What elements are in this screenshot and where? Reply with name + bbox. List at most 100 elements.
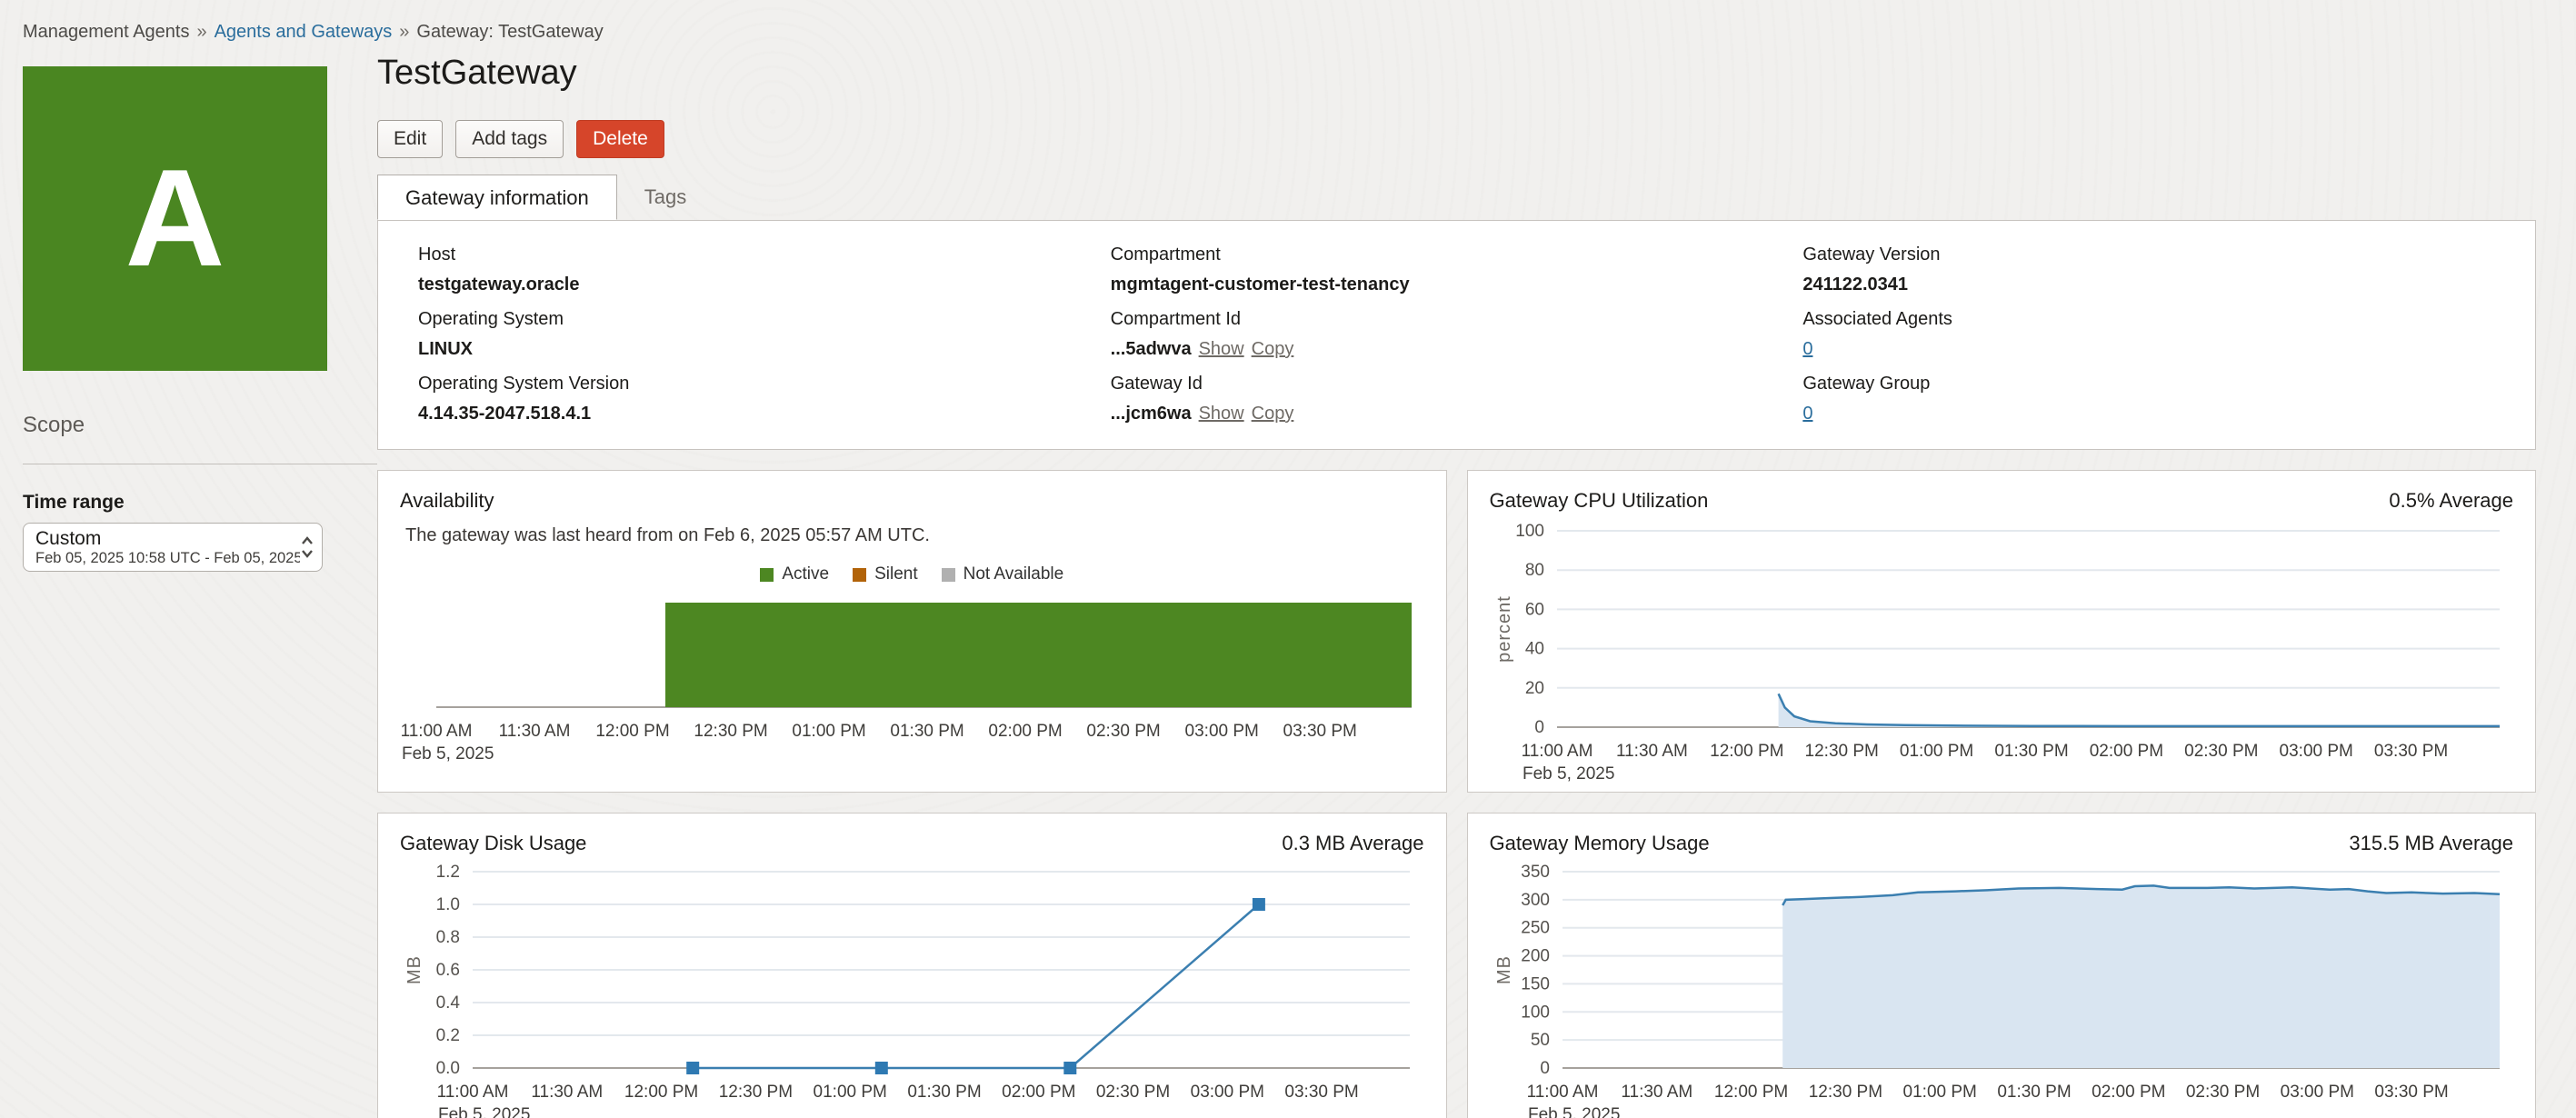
field-value: 241122.0341 bbox=[1802, 275, 1908, 294]
cpu-card: Gateway CPU Utilization 0.5% Average 020… bbox=[1467, 470, 2537, 793]
info-field: Hosttestgateway.oracle bbox=[418, 243, 1111, 296]
field-label: Gateway Group bbox=[1802, 372, 2495, 395]
svg-text:MB: MB bbox=[1494, 955, 1514, 984]
svg-text:11:00 AM: 11:00 AM bbox=[437, 1083, 509, 1102]
field-value: ...jcm6wa bbox=[1111, 404, 1192, 424]
tab-gateway-information[interactable]: Gateway information bbox=[377, 175, 617, 220]
info-field: Compartmentmgmtagent-customer-test-tenan… bbox=[1111, 243, 1803, 296]
field-value: ...5adwva bbox=[1111, 339, 1192, 359]
svg-text:02:00 PM: 02:00 PM bbox=[988, 722, 1062, 741]
disk-chart: 0.00.20.40.60.81.01.2MB11:00 AM11:30 AM1… bbox=[400, 861, 1424, 1118]
svg-text:02:00 PM: 02:00 PM bbox=[2089, 742, 2162, 761]
info-field: Gateway Id ...jcm6wa Show Copy bbox=[1111, 372, 1803, 425]
svg-text:11:30 AM: 11:30 AM bbox=[531, 1083, 603, 1102]
svg-text:Feb 5, 2025: Feb 5, 2025 bbox=[1528, 1105, 1620, 1118]
svg-text:0: 0 bbox=[1534, 718, 1544, 737]
svg-text:12:30 PM: 12:30 PM bbox=[719, 1083, 793, 1102]
time-range-label: Time range bbox=[23, 492, 377, 514]
field-value-link[interactable]: 0 bbox=[1802, 404, 1812, 424]
info-column: Compartmentmgmtagent-customer-test-tenan… bbox=[1111, 243, 1803, 436]
field-value-row: ...5adwva Show Copy bbox=[1111, 337, 1803, 361]
time-range-detail: Feb 05, 2025 10:58 UTC - Feb 05, 2025 15… bbox=[35, 550, 300, 567]
copy-link[interactable]: Copy bbox=[1252, 404, 1294, 424]
edit-button[interactable]: Edit bbox=[377, 120, 443, 158]
main-content: TestGateway Edit Add tags Delete Gateway… bbox=[377, 54, 2536, 1118]
info-field: Associated Agents 0 bbox=[1802, 307, 2495, 361]
page: Management Agents»Agents and Gateways»Ga… bbox=[0, 0, 2576, 1118]
legend-item-silent: Silent bbox=[853, 564, 918, 584]
field-label: Operating System bbox=[418, 307, 1111, 331]
svg-text:100: 100 bbox=[1521, 1003, 1550, 1022]
disk-average: 0.3 MB Average bbox=[1282, 832, 1423, 855]
svg-text:11:30 AM: 11:30 AM bbox=[499, 722, 571, 741]
svg-text:Feb 5, 2025: Feb 5, 2025 bbox=[1523, 764, 1614, 784]
svg-text:11:00 AM: 11:00 AM bbox=[1521, 742, 1593, 761]
field-value-link[interactable]: 0 bbox=[1802, 339, 1812, 359]
field-label: Compartment Id bbox=[1111, 307, 1803, 331]
field-value: testgateway.oracle bbox=[418, 275, 580, 294]
svg-text:03:00 PM: 03:00 PM bbox=[1191, 1083, 1264, 1102]
svg-text:02:00 PM: 02:00 PM bbox=[1002, 1083, 1075, 1102]
svg-text:03:00 PM: 03:00 PM bbox=[1185, 722, 1259, 741]
breadcrumb-item: Management Agents bbox=[23, 22, 189, 42]
field-label: Gateway Version bbox=[1802, 243, 2495, 266]
disk-card-title: Gateway Disk Usage bbox=[400, 832, 586, 855]
info-field: Gateway Version 241122.0341 bbox=[1802, 243, 2495, 296]
svg-text:12:30 PM: 12:30 PM bbox=[1808, 1083, 1882, 1102]
show-link[interactable]: Show bbox=[1199, 339, 1244, 359]
action-buttons: Edit Add tags Delete bbox=[377, 120, 2536, 158]
svg-text:20: 20 bbox=[1524, 679, 1543, 698]
svg-text:11:30 AM: 11:30 AM bbox=[1621, 1083, 1692, 1102]
cpu-average: 0.5% Average bbox=[2389, 489, 2513, 513]
svg-text:01:00 PM: 01:00 PM bbox=[792, 722, 865, 741]
field-value: mgmtagent-customer-test-tenancy bbox=[1111, 275, 1410, 294]
chart-cards: Availability The gateway was last heard … bbox=[377, 470, 2536, 1118]
svg-text:200: 200 bbox=[1521, 947, 1550, 966]
add-tags-button[interactable]: Add tags bbox=[455, 120, 564, 158]
field-value-row: mgmtagent-customer-test-tenancy bbox=[1111, 273, 1803, 296]
page-title: TestGateway bbox=[377, 54, 2536, 93]
svg-text:02:30 PM: 02:30 PM bbox=[2184, 742, 2258, 761]
field-label: Gateway Id bbox=[1111, 372, 1803, 395]
svg-text:02:30 PM: 02:30 PM bbox=[2185, 1083, 2259, 1102]
svg-text:12:00 PM: 12:00 PM bbox=[1710, 742, 1783, 761]
info-field: Compartment Id ...5adwva Show Copy bbox=[1111, 307, 1803, 361]
svg-text:02:00 PM: 02:00 PM bbox=[2092, 1083, 2165, 1102]
legend-swatch bbox=[942, 568, 955, 582]
delete-button[interactable]: Delete bbox=[576, 120, 664, 158]
field-value-row: LINUX bbox=[418, 337, 1111, 361]
svg-text:12:00 PM: 12:00 PM bbox=[624, 1083, 698, 1102]
availability-card: Availability The gateway was last heard … bbox=[377, 470, 1447, 793]
legend-swatch bbox=[853, 568, 866, 582]
svg-text:01:00 PM: 01:00 PM bbox=[814, 1083, 887, 1102]
availability-chart: 11:00 AM11:30 AM12:00 PM12:30 PM01:00 PM… bbox=[400, 597, 1424, 758]
field-value-row: ...jcm6wa Show Copy bbox=[1111, 402, 1803, 425]
field-label: Associated Agents bbox=[1802, 307, 2495, 331]
breadcrumb-separator: » bbox=[196, 22, 206, 42]
svg-text:100: 100 bbox=[1515, 522, 1544, 541]
svg-text:0.6: 0.6 bbox=[436, 961, 460, 980]
memory-chart: 050100150200250300350MB11:00 AM11:30 AM1… bbox=[1490, 861, 2514, 1118]
field-value: 4.14.35-2047.518.4.1 bbox=[418, 404, 591, 424]
svg-text:60: 60 bbox=[1524, 600, 1543, 619]
breadcrumb-link-agents-and-gateways[interactable]: Agents and Gateways bbox=[215, 22, 393, 42]
svg-text:Feb 5, 2025: Feb 5, 2025 bbox=[438, 1105, 530, 1118]
svg-text:0.4: 0.4 bbox=[436, 993, 461, 1013]
info-field: Gateway Group 0 bbox=[1802, 372, 2495, 425]
copy-link[interactable]: Copy bbox=[1252, 339, 1294, 359]
svg-text:0: 0 bbox=[1540, 1059, 1550, 1078]
svg-text:03:30 PM: 03:30 PM bbox=[2373, 742, 2447, 761]
svg-text:percent: percent bbox=[1494, 595, 1514, 663]
info-field: Operating System LINUX bbox=[418, 307, 1111, 361]
tab-bar: Gateway information Tags bbox=[377, 175, 2536, 220]
field-value-row: testgateway.oracle bbox=[418, 273, 1111, 296]
svg-text:12:00 PM: 12:00 PM bbox=[1713, 1083, 1787, 1102]
svg-text:1.0: 1.0 bbox=[436, 895, 460, 914]
show-link[interactable]: Show bbox=[1199, 404, 1244, 424]
availability-card-title: Availability bbox=[400, 489, 494, 513]
cpu-chart: 020406080100percent11:00 AM11:30 AM12:00… bbox=[1490, 518, 2514, 778]
svg-text:01:30 PM: 01:30 PM bbox=[1997, 1083, 2071, 1102]
memory-card: Gateway Memory Usage 315.5 MB Average 05… bbox=[1467, 813, 2537, 1118]
tab-tags[interactable]: Tags bbox=[617, 175, 714, 220]
time-range-select[interactable]: Custom Feb 05, 2025 10:58 UTC - Feb 05, … bbox=[23, 523, 323, 572]
